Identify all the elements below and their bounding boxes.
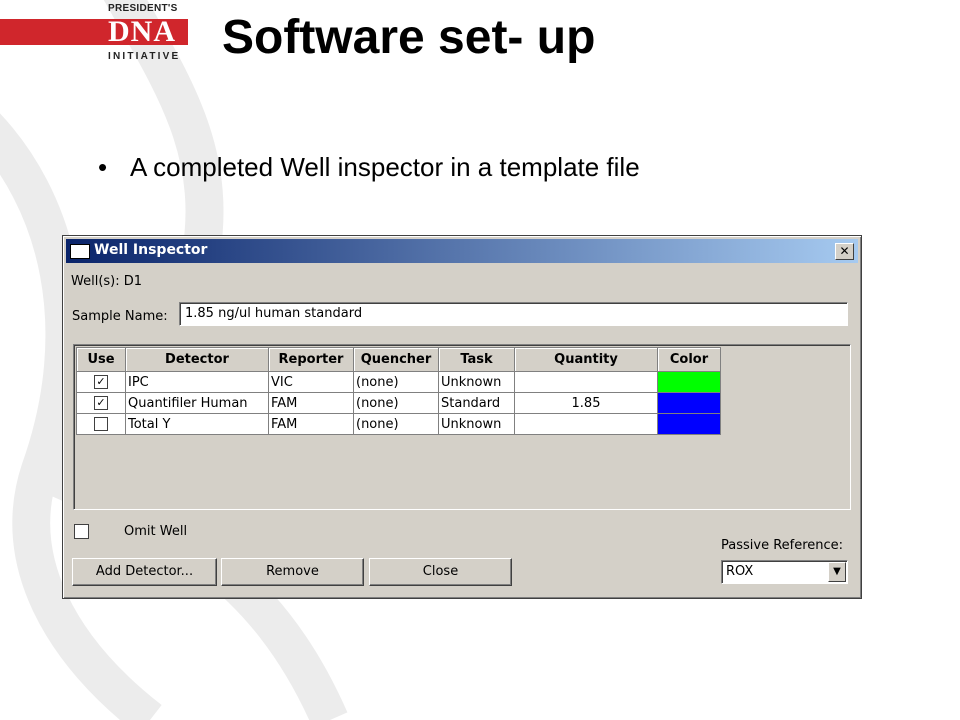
sample-name-input[interactable]: 1.85 ng/ul human standard <box>179 302 848 326</box>
sample-name-label: Sample Name: <box>72 309 168 324</box>
slide-title: Software set- up <box>222 11 596 64</box>
passive-reference-label: Passive Reference: <box>721 538 844 553</box>
window-icon <box>70 244 90 259</box>
logo-presidents: PRESIDENT'S <box>108 3 178 14</box>
detector-table: Use Detector Reporter Quencher Task Quan… <box>76 347 721 435</box>
chevron-down-icon[interactable]: ▼ <box>828 562 846 582</box>
col-header-color[interactable]: Color <box>657 347 721 372</box>
task-cell[interactable]: Unknown <box>438 371 515 393</box>
quantity-cell[interactable] <box>514 371 658 393</box>
bullet-text: A completed Well inspector in a template… <box>130 152 640 182</box>
quencher-cell[interactable]: (none) <box>353 413 439 435</box>
task-cell[interactable]: Standard <box>438 392 515 414</box>
remove-button[interactable]: Remove <box>221 558 364 586</box>
quencher-cell[interactable]: (none) <box>353 371 439 393</box>
omit-well-label: Omit Well <box>124 524 188 539</box>
title-bar[interactable]: Well Inspector ✕ <box>66 239 858 263</box>
use-checkbox[interactable] <box>94 417 108 431</box>
detector-cell[interactable]: Total Y <box>125 413 269 435</box>
close-window-button[interactable]: ✕ <box>835 243 854 260</box>
col-header-quencher[interactable]: Quencher <box>353 347 439 372</box>
task-cell[interactable]: Unknown <box>438 413 515 435</box>
col-header-use[interactable]: Use <box>76 347 126 372</box>
col-header-detector[interactable]: Detector <box>125 347 269 372</box>
passive-reference-value: ROX <box>726 564 754 579</box>
quantity-cell[interactable] <box>514 413 658 435</box>
bullet-marker: • <box>98 152 108 182</box>
reporter-cell[interactable]: FAM <box>268 392 354 414</box>
use-cell[interactable] <box>76 413 126 435</box>
color-cell[interactable] <box>657 413 721 435</box>
detector-cell[interactable]: Quantifiler Human <box>125 392 269 414</box>
detector-grid: Use Detector Reporter Quencher Task Quan… <box>73 344 851 510</box>
quantity-cell[interactable]: 1.85 <box>514 392 658 414</box>
logo-dna: DNA <box>108 15 176 48</box>
quencher-cell[interactable]: (none) <box>353 392 439 414</box>
well-inspector-dialog: Well Inspector ✕ Well(s): D1 Sample Name… <box>62 235 862 599</box>
col-header-task[interactable]: Task <box>438 347 515 372</box>
detector-cell[interactable]: IPC <box>125 371 269 393</box>
use-checkbox[interactable]: ✓ <box>94 375 108 389</box>
table-row[interactable]: ✓ IPC VIC (none) Unknown <box>76 371 721 393</box>
window-title: Well Inspector <box>94 242 208 258</box>
col-header-reporter[interactable]: Reporter <box>268 347 354 372</box>
use-checkbox[interactable]: ✓ <box>94 396 108 410</box>
omit-well-checkbox[interactable] <box>74 524 89 539</box>
passive-reference-select[interactable]: ROX ▼ <box>721 560 848 584</box>
logo-initiative: INITIATIVE <box>108 51 181 62</box>
col-header-quantity[interactable]: Quantity <box>514 347 658 372</box>
use-cell[interactable]: ✓ <box>76 371 126 393</box>
table-row[interactable]: Total Y FAM (none) Unknown <box>76 413 721 435</box>
add-detector-button[interactable]: Add Detector... <box>72 558 217 586</box>
reporter-cell[interactable]: VIC <box>268 371 354 393</box>
close-button[interactable]: Close <box>369 558 512 586</box>
use-cell[interactable]: ✓ <box>76 392 126 414</box>
wells-label: Well(s): D1 <box>71 274 143 289</box>
bullet-item: • A completed Well inspector in a templat… <box>98 152 640 183</box>
reporter-cell[interactable]: FAM <box>268 413 354 435</box>
table-row[interactable]: ✓ Quantifiler Human FAM (none) Standard … <box>76 392 721 414</box>
color-cell[interactable] <box>657 371 721 393</box>
color-cell[interactable] <box>657 392 721 414</box>
